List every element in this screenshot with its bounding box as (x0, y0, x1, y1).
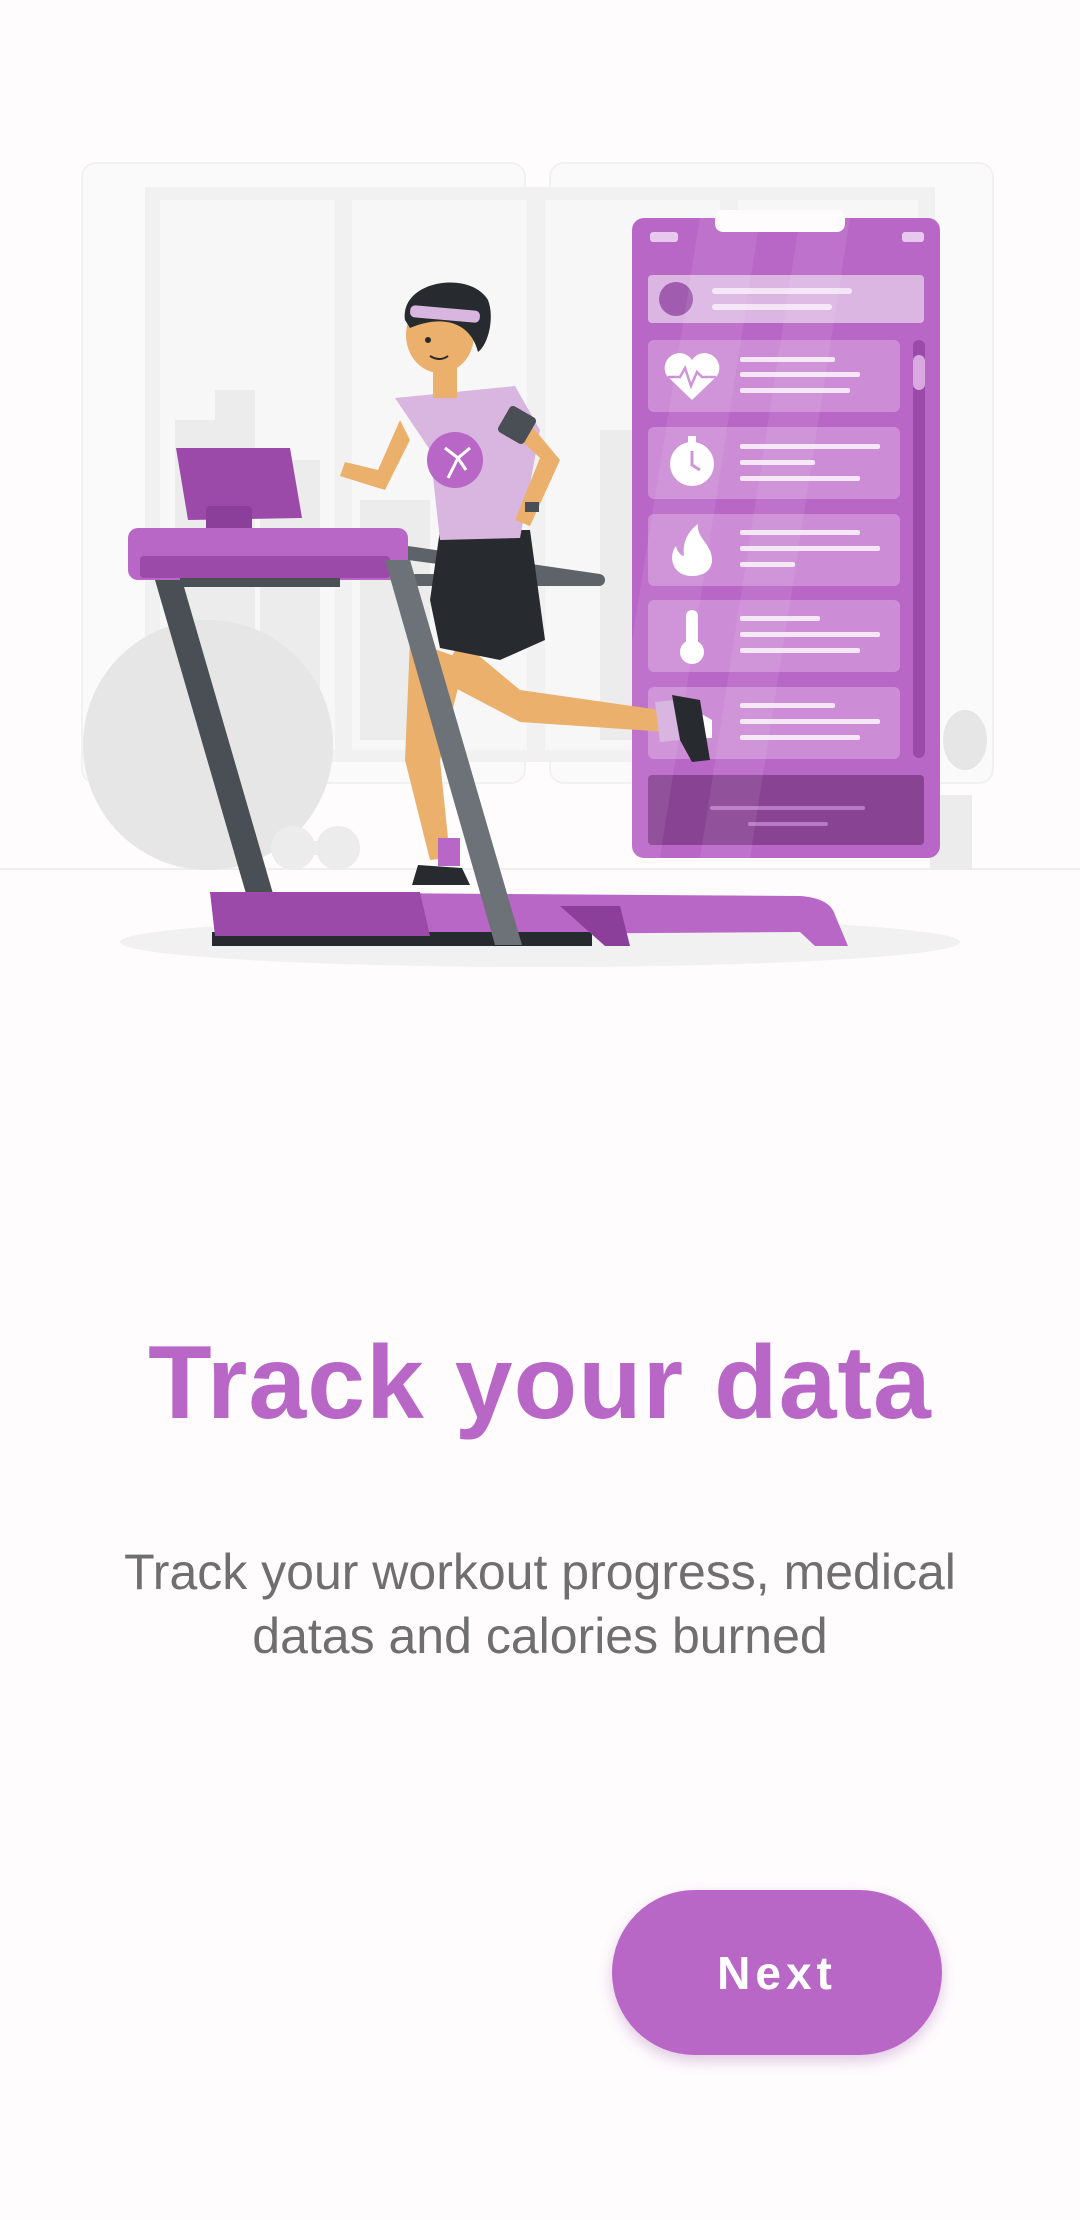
onboarding-title: Track your data (148, 1325, 932, 1441)
phone-mockup (632, 210, 940, 858)
dumbbell-icon (271, 826, 360, 870)
next-button[interactable]: Next (612, 1890, 942, 2055)
onboarding-description: Track your workout progress, medical dat… (124, 1544, 956, 1664)
onboarding-illustration (0, 162, 1080, 967)
